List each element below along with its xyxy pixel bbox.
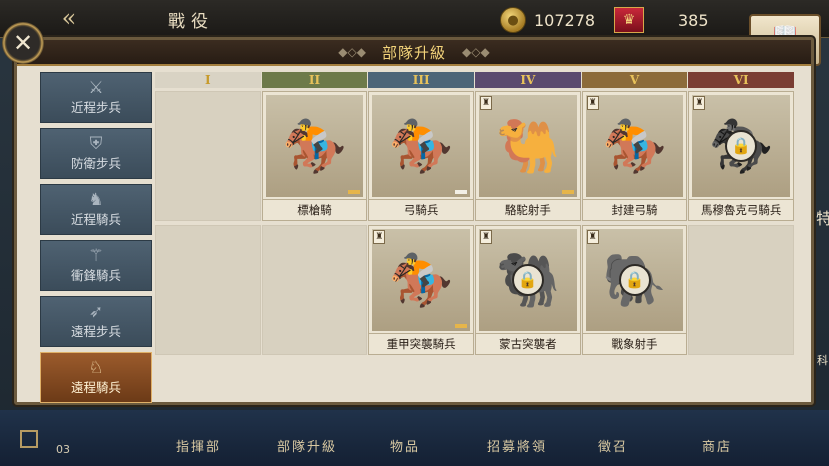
sidebar-item-4[interactable]: ➶ 遠程步兵 <box>40 296 152 347</box>
page-number: 03 <box>56 443 70 456</box>
unit-portrait: 🏇 <box>265 95 364 197</box>
cavalry-unit-icon: 🏇 <box>602 116 667 177</box>
unit-name: 馬穆魯克弓騎兵 <box>689 199 794 220</box>
category-icon: ♘ <box>88 358 104 378</box>
unit-portrait: 🐫 <box>479 95 577 197</box>
honor-amount: 385 <box>678 10 709 30</box>
category-icon: ⛨ <box>89 134 103 154</box>
unit-card[interactable]: 🏇♜🔒馬穆魯克弓騎兵 <box>688 91 795 221</box>
tier-header-6: VI <box>688 72 795 88</box>
bottom-nav-item-0[interactable]: 指揮部 <box>176 436 221 455</box>
tower-requirement-icon: ♜ <box>586 96 599 110</box>
unit-card[interactable]: 🐫♜🔒蒙古突襲者 <box>475 225 581 355</box>
unit-row-2: 🏇♜重甲突襲騎兵🐫♜🔒蒙古突襲者🐘♜🔒戰象射手 <box>155 225 795 355</box>
crown-icon: ♛ <box>614 7 644 33</box>
sidebar-item-0[interactable]: ⚔ 近程步兵 <box>40 72 152 123</box>
unit-card[interactable]: 🏇 ♜ 封建弓騎 <box>581 91 688 221</box>
gold-amount: 107278 <box>534 10 596 30</box>
empty-slot <box>155 225 261 355</box>
category-icon: ➶ <box>88 302 104 322</box>
sidebar-item-label: 近程步兵 <box>70 100 121 115</box>
unit-card[interactable]: 🏇 弓騎兵 <box>368 91 475 221</box>
unit-name: 重甲突襲騎兵 <box>369 333 474 354</box>
tower-requirement-icon: ♜ <box>480 96 493 110</box>
unit-card[interactable]: 🐘♜🔒戰象射手 <box>581 225 688 355</box>
tier-header-1: I <box>155 72 261 88</box>
bottom-nav-item-4[interactable]: 徵召 <box>598 436 628 455</box>
page-indicator-icon <box>20 430 38 448</box>
ornament-right-icon: ◆◇◆ <box>462 45 490 59</box>
level-bar <box>348 190 361 194</box>
unit-name: 駱駝射手 <box>476 199 580 220</box>
cavalry-unit-icon: 🏇 <box>388 250 454 311</box>
tier-header-5: V <box>581 72 688 88</box>
unit-name: 弓騎兵 <box>369 199 474 220</box>
bottom-nav-item-2[interactable]: 物品 <box>390 436 420 455</box>
tier-header-row: I II III IV V VI <box>155 72 795 88</box>
lock-icon: 🔒 <box>725 129 758 162</box>
panel-header: ◆◇◆ 部隊升級 ◆◇◆ <box>17 40 811 66</box>
edge-label-top: 特 <box>816 209 829 228</box>
sidebar-item-1[interactable]: ⛨ 防衛步兵 <box>40 128 152 179</box>
sidebar-item-label: 遠程步兵 <box>70 324 121 339</box>
sidebar-item-label: 遠程騎兵 <box>70 380 121 395</box>
unit-card[interactable]: 🏇 ♜ 重甲突襲騎兵 <box>368 225 475 355</box>
empty-slot <box>261 225 368 355</box>
sidebar-item-2[interactable]: ♞ 近程騎兵 <box>40 184 152 235</box>
unit-card[interactable]: 🐫 ♜ 駱駝射手 <box>475 91 581 221</box>
level-bar <box>455 190 468 194</box>
unit-name: 封建弓騎 <box>582 199 687 220</box>
unit-row-1: 🏇標槍騎🏇弓騎兵🐫♜駱駝射手🏇♜封建弓騎🏇♜🔒馬穆魯克弓騎兵 <box>155 91 795 221</box>
tier-header-3: III <box>368 72 475 88</box>
sidebar-item-label: 近程騎兵 <box>70 212 121 227</box>
unit-portrait: 🏇 <box>585 95 684 197</box>
page-title: 戰役 <box>168 12 214 32</box>
unit-category-sidebar: ⚔ 近程步兵 ⛨ 防衛步兵 ♞ 近程騎兵 ⚚ 衝鋒騎兵 ➶ 遠程步兵 ♘ 遠程騎兵 <box>40 72 152 408</box>
category-icon: ⚔ <box>88 78 104 98</box>
bottom-nav-item-3[interactable]: 招募將領 <box>487 436 547 455</box>
ornament-left-icon: ◆◇◆ <box>338 45 366 59</box>
unit-name: 戰象射手 <box>582 333 687 354</box>
tower-requirement-icon: ♜ <box>373 230 386 244</box>
unit-name: 蒙古突襲者 <box>476 333 580 354</box>
sidebar-item-label: 衝鋒騎兵 <box>70 268 121 283</box>
cavalry-unit-icon: 🏇 <box>282 116 347 177</box>
sidebar-item-5[interactable]: ♘ 遠程騎兵 <box>40 352 152 403</box>
tower-requirement-icon: ♜ <box>480 230 493 244</box>
cavalry-unit-icon: 🏇 <box>388 116 454 177</box>
category-icon: ⚚ <box>88 246 104 266</box>
lock-icon: 🔒 <box>618 263 651 296</box>
empty-slot <box>155 91 261 221</box>
honor-resource: ♛ 385 <box>614 7 709 33</box>
bottom-nav-item-1[interactable]: 部隊升級 <box>277 436 337 455</box>
tier-header-2: II <box>261 72 368 88</box>
tower-requirement-icon: ♜ <box>586 230 599 244</box>
level-bar <box>455 324 468 328</box>
level-bar <box>561 190 574 194</box>
upgrade-panel: ◆◇◆ 部隊升級 ◆◇◆ ⚔ 近程步兵 ⛨ 防衛步兵 ♞ 近程騎兵 ⚚ 衝鋒騎兵 ➶ 遠程步兵 ♘ 遠… <box>14 37 814 405</box>
unit-card[interactable]: 🏇 標槍騎 <box>261 91 368 221</box>
close-icon: ✕ <box>12 29 34 57</box>
unit-portrait: 🏇 <box>372 95 471 197</box>
sidebar-item-3[interactable]: ⚚ 衝鋒騎兵 <box>40 240 152 291</box>
empty-slot <box>688 225 795 355</box>
category-icon: ♞ <box>88 190 104 210</box>
panel-title: 部隊升級 <box>381 43 446 62</box>
close-button[interactable]: ✕ <box>2 22 44 64</box>
edge-label-bottom: 科 <box>817 354 828 367</box>
tier-header-4: IV <box>475 72 581 88</box>
lock-icon: 🔒 <box>511 263 544 296</box>
gold-resource: ● 107278 <box>500 7 595 33</box>
tower-requirement-icon: ♜ <box>693 96 706 110</box>
unit-name: 標槍騎 <box>262 199 367 220</box>
back-arrow-icon[interactable]: « <box>44 3 94 33</box>
unit-portrait: 🏇 <box>372 229 471 331</box>
cavalry-unit-icon: 🐫 <box>495 116 561 177</box>
bottom-nav-item-5[interactable]: 商店 <box>702 436 732 455</box>
sidebar-item-label: 防衛步兵 <box>70 156 121 171</box>
top-bar: « 戰役 ● 107278 ♛ 385 <box>0 0 829 38</box>
gold-coin-icon: ● <box>500 7 526 33</box>
unit-tier-grid: IIIIIIIVVVI 🏇標槍騎🏇弓騎兵🐫♜駱駝射手🏇♜封建弓騎🏇♜🔒馬穆魯克弓… <box>155 72 795 359</box>
